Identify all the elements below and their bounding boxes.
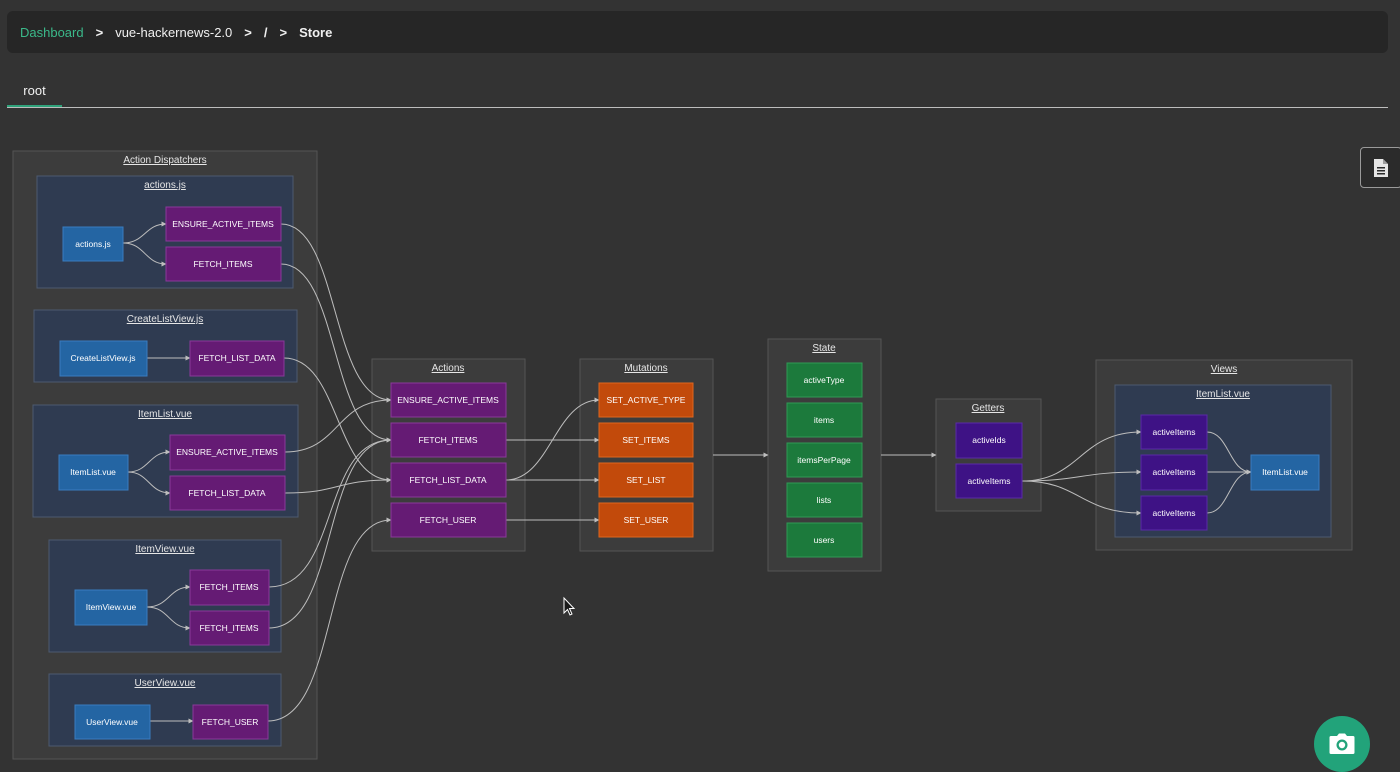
group-title: Actions bbox=[432, 363, 465, 374]
node-dispatch-fetch-list-data[interactable]: FETCH_LIST_DATA bbox=[169, 475, 286, 511]
node-label: FETCH_LIST_DATA bbox=[198, 353, 275, 363]
group-title: Mutations bbox=[624, 363, 667, 374]
document-button[interactable] bbox=[1360, 147, 1400, 188]
camera-icon bbox=[1329, 733, 1355, 754]
node-label: actions.js bbox=[75, 239, 110, 249]
node-label: activeItems bbox=[1153, 467, 1196, 477]
node-label: FETCH_LIST_DATA bbox=[409, 475, 486, 485]
node-label: FETCH_ITEMS bbox=[193, 259, 252, 269]
node-view-active-items[interactable]: activeItems bbox=[1140, 414, 1208, 450]
node-label: lists bbox=[817, 495, 832, 505]
node-label: ItemList.vue bbox=[1262, 467, 1308, 477]
node-label: CreateListView.js bbox=[70, 353, 135, 363]
node-mutation-set-items[interactable]: SET_ITEMS bbox=[598, 422, 694, 458]
node-dispatch-ensure-active-items[interactable]: ENSURE_ACTIVE_ITEMS bbox=[165, 206, 282, 242]
node-getter-active-items[interactable]: activeItems bbox=[955, 463, 1023, 499]
cluster-title: ItemView.vue bbox=[135, 544, 195, 555]
node-label: ItemView.vue bbox=[86, 602, 137, 612]
node-view-item-list-vue[interactable]: ItemList.vue bbox=[1250, 454, 1320, 491]
cluster-title: ItemList.vue bbox=[138, 409, 192, 420]
store-diagram: Action Dispatchers Actions Mutations Sta… bbox=[12, 150, 1353, 760]
node-label: SET_LIST bbox=[626, 475, 665, 485]
mouse-pointer-icon bbox=[563, 596, 576, 616]
node-label: SET_ITEMS bbox=[622, 435, 670, 445]
node-dispatch-fetch-items[interactable]: FETCH_ITEMS bbox=[189, 569, 270, 606]
node-action-fetch-items[interactable]: FETCH_ITEMS bbox=[390, 422, 507, 458]
node-state-users[interactable]: users bbox=[786, 522, 863, 558]
cluster-title: ItemList.vue bbox=[1196, 389, 1250, 400]
node-dispatch-fetch-user[interactable]: FETCH_USER bbox=[192, 704, 269, 740]
cluster-title: actions.js bbox=[144, 180, 186, 191]
node-label: SET_ACTIVE_TYPE bbox=[607, 395, 686, 405]
node-mutation-set-user[interactable]: SET_USER bbox=[598, 502, 694, 538]
node-dispatch-fetch-items[interactable]: FETCH_ITEMS bbox=[189, 610, 270, 646]
node-getter-active-ids[interactable]: activeIds bbox=[955, 422, 1023, 459]
node-state-lists[interactable]: lists bbox=[786, 482, 863, 518]
node-label: activeItems bbox=[1153, 427, 1196, 437]
node-source-item-view-vue[interactable]: ItemView.vue bbox=[74, 589, 148, 626]
node-action-ensure-active-items[interactable]: ENSURE_ACTIVE_ITEMS bbox=[390, 382, 507, 418]
node-state-items-per-page[interactable]: itemsPerPage bbox=[786, 442, 863, 478]
node-label: ItemList.vue bbox=[70, 467, 116, 477]
node-mutation-set-list[interactable]: SET_LIST bbox=[598, 462, 694, 498]
node-label: FETCH_ITEMS bbox=[199, 582, 258, 592]
node-label: items bbox=[814, 415, 834, 425]
node-source-user-view-vue[interactable]: UserView.vue bbox=[74, 704, 151, 740]
node-label: activeType bbox=[804, 375, 845, 385]
node-source-actions-js[interactable]: actions.js bbox=[62, 226, 124, 262]
node-label: ENSURE_ACTIVE_ITEMS bbox=[176, 447, 278, 457]
node-label: users bbox=[814, 535, 835, 545]
node-label: FETCH_LIST_DATA bbox=[188, 488, 265, 498]
node-action-fetch-user[interactable]: FETCH_USER bbox=[390, 502, 507, 538]
node-source-create-list-view[interactable]: CreateListView.js bbox=[59, 340, 148, 377]
group-title: Getters bbox=[972, 403, 1005, 414]
node-mutation-set-active-type[interactable]: SET_ACTIVE_TYPE bbox=[598, 382, 694, 418]
node-state-active-type[interactable]: activeType bbox=[786, 362, 863, 398]
node-label: itemsPerPage bbox=[797, 455, 851, 465]
node-dispatch-ensure-active-items[interactable]: ENSURE_ACTIVE_ITEMS bbox=[169, 434, 286, 471]
node-dispatch-fetch-list-data[interactable]: FETCH_LIST_DATA bbox=[189, 340, 285, 377]
group-title: Action Dispatchers bbox=[123, 155, 206, 166]
node-label: FETCH_ITEMS bbox=[199, 623, 258, 633]
node-label: activeIds bbox=[972, 435, 1006, 445]
node-label: FETCH_USER bbox=[420, 515, 477, 525]
cluster-title: UserView.vue bbox=[135, 678, 196, 689]
node-label: ENSURE_ACTIVE_ITEMS bbox=[172, 219, 274, 229]
node-source-item-list-vue[interactable]: ItemList.vue bbox=[58, 454, 129, 491]
document-icon bbox=[1374, 158, 1388, 177]
node-label: FETCH_USER bbox=[202, 717, 259, 727]
node-label: UserView.vue bbox=[86, 717, 138, 727]
screenshot-button[interactable] bbox=[1314, 716, 1370, 772]
node-label: SET_USER bbox=[624, 515, 669, 525]
node-view-active-items[interactable]: activeItems bbox=[1140, 454, 1208, 491]
node-label: activeItems bbox=[968, 476, 1011, 486]
node-label: ENSURE_ACTIVE_ITEMS bbox=[397, 395, 499, 405]
node-view-active-items[interactable]: activeItems bbox=[1140, 495, 1208, 531]
node-label: FETCH_ITEMS bbox=[418, 435, 477, 445]
node-dispatch-fetch-items[interactable]: FETCH_ITEMS bbox=[165, 246, 282, 282]
group-title: State bbox=[812, 343, 836, 354]
cluster-title: CreateListView.js bbox=[127, 314, 204, 325]
node-action-fetch-list-data[interactable]: FETCH_LIST_DATA bbox=[390, 462, 507, 498]
group-title: Views bbox=[1211, 364, 1238, 375]
node-label: activeItems bbox=[1153, 508, 1196, 518]
node-state-items[interactable]: items bbox=[786, 402, 863, 438]
